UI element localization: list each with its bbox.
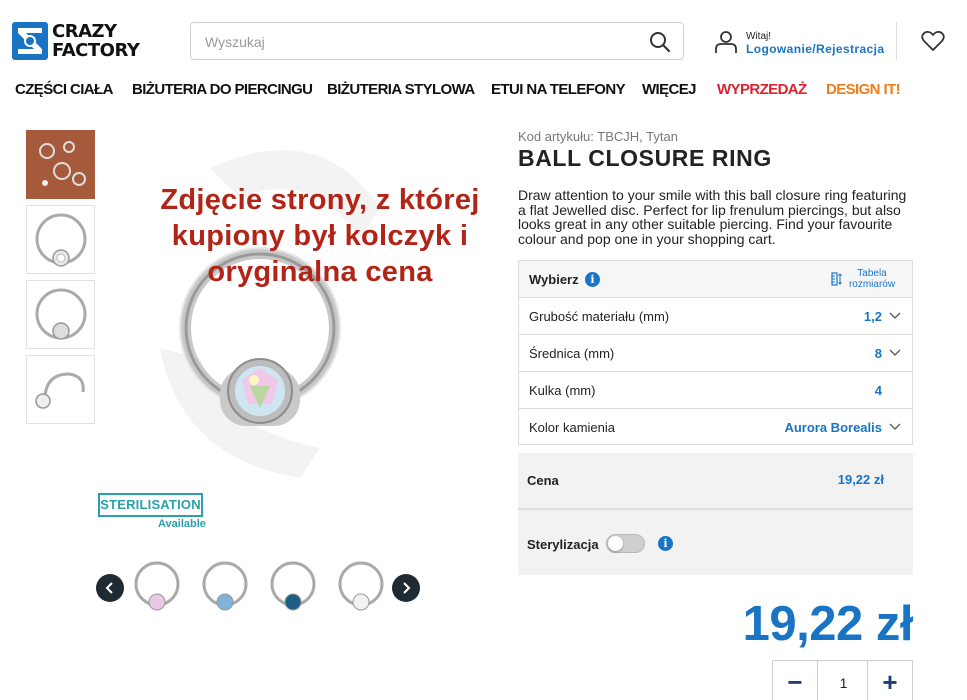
search-bar xyxy=(190,22,684,60)
ruler-icon[interactable] xyxy=(831,272,843,286)
thumbnail-lifestyle[interactable] xyxy=(26,130,95,199)
overlay-caption: Zdjęcie strony, z której kupiony był kol… xyxy=(160,184,480,288)
price-divider xyxy=(518,508,913,510)
product-description: Draw attention to your smile with this b… xyxy=(518,187,907,247)
chevron-left-icon xyxy=(105,582,113,594)
toggle-knob xyxy=(608,536,623,551)
quantity-value[interactable]: 1 xyxy=(818,661,869,700)
logo-wordmark: CRAZY FACTORY xyxy=(52,21,140,61)
carousel-variant-light-blue[interactable] xyxy=(198,556,252,620)
thumbnail-ring-front[interactable] xyxy=(26,205,95,274)
option-diameter[interactable]: Średnica (mm) 8 xyxy=(519,335,912,372)
option-material-thickness[interactable]: Grubość materiału (mm) 1,2 xyxy=(519,298,912,335)
price-panel: Cena 19,22 zł Sterylizacja i xyxy=(518,453,913,575)
logo-mark-icon xyxy=(12,22,48,60)
nav-item-phone-cases[interactable]: ETUI NA TELEFONY xyxy=(491,81,626,98)
price-label: Cena xyxy=(527,473,559,488)
info-icon[interactable]: i xyxy=(658,536,673,551)
account-greeting: Witaj! xyxy=(746,31,771,42)
option-value: 4 xyxy=(874,383,882,398)
chevron-down-icon xyxy=(889,349,901,356)
nav-item-sale[interactable]: WYPRZEDAŻ xyxy=(717,81,807,98)
nav-item-more[interactable]: WIĘCEJ xyxy=(642,81,697,98)
options-header-label: Wybierz xyxy=(529,272,579,287)
nav-item-body-parts[interactable]: CZĘŚCI CIAŁA xyxy=(15,81,113,98)
thumbnail-ring-back[interactable] xyxy=(26,280,95,349)
carousel-variant-blue-zircon[interactable] xyxy=(266,556,320,620)
carousel-variant-aurora[interactable] xyxy=(130,556,184,620)
brand-logo[interactable]: CRAZY FACTORY xyxy=(12,22,140,62)
chevron-down-icon xyxy=(889,423,901,430)
product-title: BALL CLOSURE RING xyxy=(518,145,772,171)
login-register-link[interactable]: Logowanie/Rejestracja xyxy=(746,42,884,56)
search-input[interactable] xyxy=(205,31,625,53)
options-header: Wybierz i Tabela rozmiarów xyxy=(519,261,912,298)
sterilisation-label: Sterylizacja xyxy=(527,537,599,552)
option-ball-size: Kulka (mm) 4 xyxy=(519,372,912,409)
nav-item-fashion-jewelry[interactable]: BIŻUTERIA STYLOWA xyxy=(327,81,475,98)
option-value: 8 xyxy=(874,346,882,361)
chevron-right-icon xyxy=(403,582,411,594)
heart-icon[interactable] xyxy=(921,30,945,52)
option-label: Średnica (mm) xyxy=(529,346,615,361)
quantity-increase-button[interactable]: + xyxy=(867,661,912,700)
sterilisation-available-label: Available xyxy=(158,518,206,530)
header-divider xyxy=(896,22,897,60)
option-value: 1,2 xyxy=(863,309,882,324)
total-price: 19,22 zł xyxy=(742,597,914,651)
carousel-prev-button[interactable] xyxy=(96,574,124,602)
size-chart-link[interactable]: Tabela rozmiarów xyxy=(847,268,897,290)
product-sku: Kod artykułu: TBCJH, Tytan xyxy=(518,129,678,144)
option-stone-color[interactable]: Kolor kamienia Aurora Borealis xyxy=(519,409,912,446)
user-icon[interactable] xyxy=(714,30,738,54)
nav-item-piercing-jewelry[interactable]: BIŻUTERIA DO PIERCINGU xyxy=(132,81,313,98)
carousel-next-button[interactable] xyxy=(392,574,420,602)
option-label: Grubość materiału (mm) xyxy=(529,309,670,324)
option-label: Kulka (mm) xyxy=(529,383,596,398)
chevron-down-icon xyxy=(889,312,901,319)
info-icon[interactable]: i xyxy=(585,272,600,287)
price-value: 19,22 zł xyxy=(837,472,884,487)
nav-item-design-it[interactable]: DESIGN IT! xyxy=(826,81,901,98)
quantity-stepper: − 1 + xyxy=(772,660,913,700)
carousel-variant-crystal[interactable] xyxy=(334,556,388,620)
option-value: Aurora Borealis xyxy=(784,420,882,435)
option-label: Kolor kamienia xyxy=(529,420,615,435)
search-icon[interactable] xyxy=(649,31,671,53)
sterilisation-toggle[interactable] xyxy=(606,534,645,553)
options-panel: Wybierz i Tabela rozmiarów Grubość mater… xyxy=(518,260,913,445)
sterilisation-badge: STERILISATION xyxy=(98,493,203,517)
thumbnail-ring-side[interactable] xyxy=(26,355,95,424)
quantity-decrease-button[interactable]: − xyxy=(773,661,818,700)
